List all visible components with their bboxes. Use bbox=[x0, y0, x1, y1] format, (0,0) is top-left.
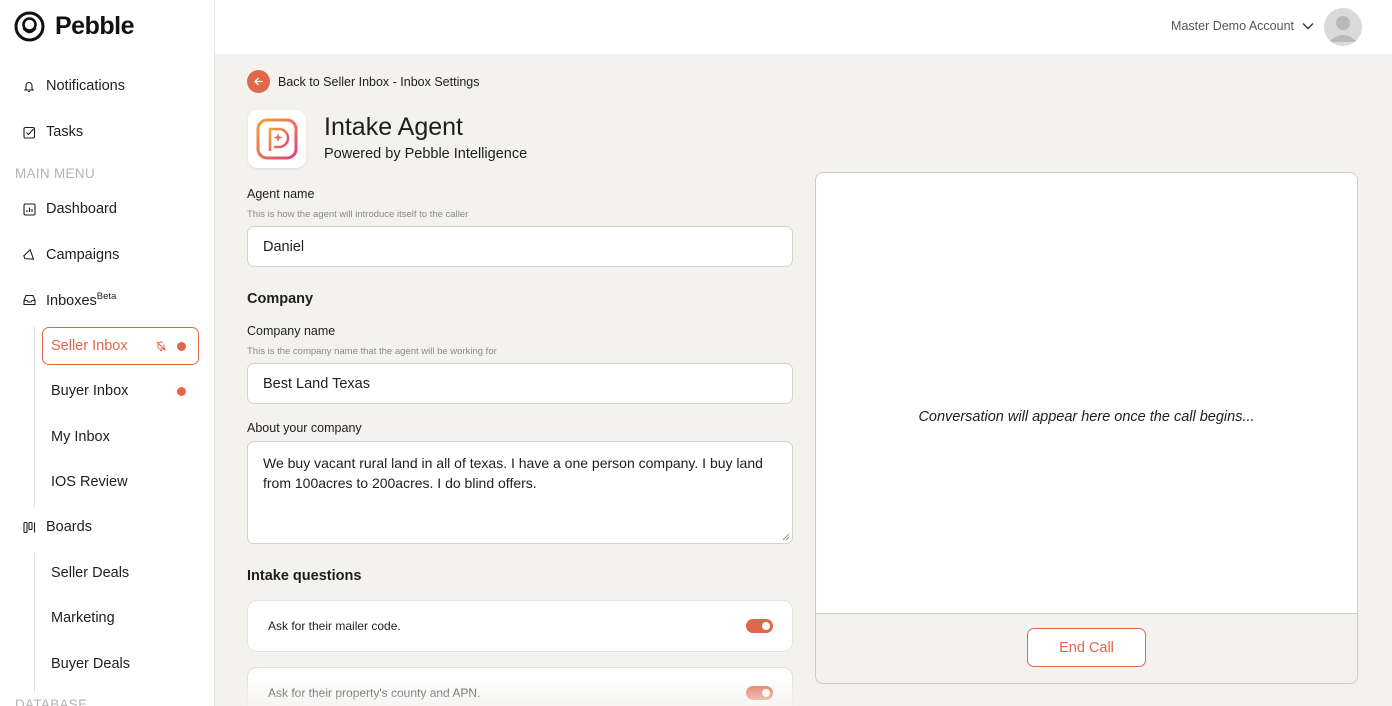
sidebar-item-seller-deals[interactable]: Seller Deals bbox=[51, 561, 129, 585]
conversation-footer: End Call bbox=[816, 613, 1357, 683]
top-bar: Master Demo Account bbox=[215, 0, 1392, 54]
nav-notifications[interactable]: Notifications bbox=[22, 74, 125, 98]
database-label: DATABASE bbox=[15, 697, 88, 706]
sidebar-item-seller-inbox[interactable]: Seller Inbox bbox=[42, 327, 199, 365]
sidebar-item-label: Buyer Inbox bbox=[51, 383, 129, 399]
intake-question-card: Ask for their mailer code. bbox=[247, 600, 793, 652]
page-title: Intake Agent bbox=[324, 113, 464, 141]
agent-name-value: Daniel bbox=[263, 238, 305, 255]
about-label: About your company bbox=[247, 421, 362, 435]
unread-dot bbox=[177, 342, 186, 351]
pebble-logo-icon bbox=[14, 11, 45, 41]
about-textarea[interactable]: We buy vacant rural land in all of texas… bbox=[247, 441, 793, 544]
inbox-tree-line bbox=[34, 326, 35, 508]
agent-name-input[interactable]: Daniel bbox=[247, 226, 793, 267]
sidebar-item-marketing[interactable]: Marketing bbox=[51, 606, 115, 630]
company-name-value: Best Land Texas bbox=[263, 375, 370, 392]
about-value: We buy vacant rural land in all of texas… bbox=[263, 455, 763, 491]
kanban-icon bbox=[22, 520, 36, 534]
intake-question-card: Ask for their property's county and APN. bbox=[247, 667, 793, 706]
nav-inboxes[interactable]: InboxesBeta bbox=[22, 288, 116, 312]
sidebar-item-buyer-deals[interactable]: Buyer Deals bbox=[51, 652, 130, 676]
sparkle-agent-icon bbox=[256, 118, 298, 160]
back-link[interactable]: Back to Seller Inbox - Inbox Settings bbox=[247, 70, 480, 93]
beta-badge: Beta bbox=[96, 291, 117, 303]
arrow-left-icon bbox=[247, 70, 270, 93]
inbox-icon bbox=[22, 293, 36, 307]
account-name: Master Demo Account bbox=[1171, 19, 1294, 33]
nav-label: Campaigns bbox=[46, 247, 120, 263]
sidebar-item-ios-review[interactable]: IOS Review bbox=[51, 470, 128, 494]
nav-boards[interactable]: Boards bbox=[22, 515, 92, 539]
nav-label: Boards bbox=[46, 519, 92, 535]
end-call-button[interactable]: End Call bbox=[1027, 628, 1146, 667]
agent-icon bbox=[248, 110, 306, 168]
question-text: Ask for their mailer code. bbox=[268, 619, 401, 633]
nav-tasks[interactable]: Tasks bbox=[22, 120, 83, 144]
agent-name-help: This is how the agent will introduce its… bbox=[247, 209, 469, 220]
sidebar: Pebble Notifications Tasks MAIN MENU Das… bbox=[0, 0, 215, 706]
megaphone-icon bbox=[22, 248, 36, 262]
company-name-label: Company name bbox=[247, 324, 336, 338]
page-subtitle: Powered by Pebble Intelligence bbox=[324, 146, 528, 162]
unread-dot bbox=[177, 387, 186, 396]
company-name-input[interactable]: Best Land Texas bbox=[247, 363, 793, 404]
company-name-help: This is the company name that the agent … bbox=[247, 346, 497, 357]
sidebar-item-label: Seller Deals bbox=[51, 565, 130, 581]
sidebar-item-label: Marketing bbox=[51, 610, 115, 626]
question-toggle[interactable] bbox=[746, 619, 773, 633]
question-text: Ask for their property's county and APN. bbox=[268, 686, 481, 700]
nav-label: Notifications bbox=[46, 78, 125, 94]
agent-name-label: Agent name bbox=[247, 187, 315, 201]
company-heading: Company bbox=[247, 291, 314, 307]
bell-off-icon[interactable] bbox=[155, 340, 167, 352]
nav-campaigns[interactable]: Campaigns bbox=[22, 243, 119, 267]
resize-handle-icon[interactable] bbox=[782, 533, 790, 541]
bell-icon bbox=[22, 79, 36, 93]
boards-tree-line bbox=[34, 553, 35, 693]
account-menu[interactable]: Master Demo Account bbox=[1171, 19, 1314, 33]
intake-questions-heading: Intake questions bbox=[247, 568, 362, 584]
chart-icon bbox=[22, 202, 36, 216]
question-toggle[interactable] bbox=[746, 686, 773, 700]
sidebar-item-label: Buyer Deals bbox=[51, 656, 130, 672]
back-label: Back to Seller Inbox - Inbox Settings bbox=[278, 74, 480, 89]
main-menu-label: MAIN MENU bbox=[15, 166, 95, 181]
logo-text: Pebble bbox=[55, 11, 134, 40]
sidebar-item-my-inbox[interactable]: My Inbox bbox=[51, 425, 110, 449]
logo[interactable]: Pebble bbox=[14, 10, 134, 42]
sidebar-item-label: IOS Review bbox=[51, 474, 128, 490]
conversation-placeholder: Conversation will appear here once the c… bbox=[918, 409, 1255, 425]
sidebar-item-buyer-inbox[interactable]: Buyer Inbox bbox=[51, 379, 128, 403]
sidebar-item-label: My Inbox bbox=[51, 429, 110, 445]
nav-label: Dashboard bbox=[46, 201, 117, 217]
chevron-down-icon bbox=[1302, 23, 1314, 30]
user-avatar-icon[interactable] bbox=[1324, 8, 1362, 46]
sidebar-item-label: Seller Inbox bbox=[51, 338, 128, 354]
checkbox-icon bbox=[22, 125, 36, 139]
nav-label: Tasks bbox=[46, 124, 84, 140]
nav-dashboard[interactable]: Dashboard bbox=[22, 197, 117, 221]
conversation-panel: Conversation will appear here once the c… bbox=[815, 172, 1358, 684]
nav-label: InboxesBeta bbox=[46, 291, 117, 309]
